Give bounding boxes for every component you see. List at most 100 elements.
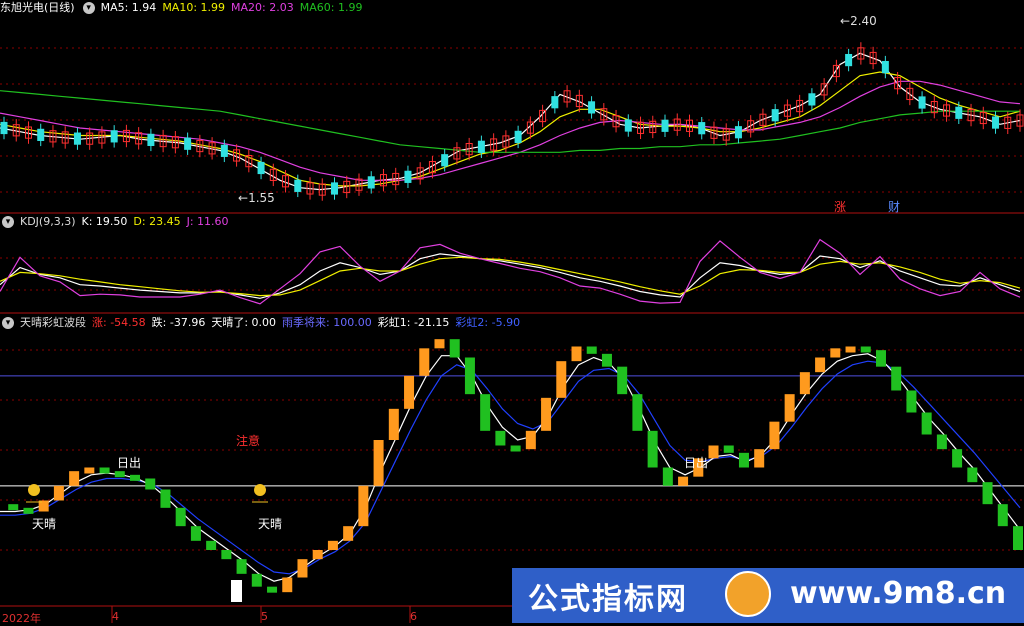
rainbow-bar [571,346,582,362]
tag-zhang: 涨 [834,200,847,214]
rainbow-bar [601,353,612,367]
candle-body [110,130,118,143]
rainbow-bar [799,372,810,395]
candle-body [294,179,302,192]
rainbow-bar [769,421,780,450]
rainbow-bar [510,445,521,452]
low-price-value: 1.55 [248,191,275,205]
candle-body [845,53,853,67]
rainbow-bar [723,445,734,453]
j-label: J: 11.60 [186,215,229,228]
rainbow-bar [206,540,217,550]
chart-canvas [0,42,1024,623]
rainbow-bar [1013,526,1023,550]
candle-body [367,176,375,189]
rainbow-bar [327,540,338,550]
rainbow-bar [936,434,947,450]
candle-body [955,106,963,119]
stock-name: 东旭光电(日线) [0,1,75,14]
series-line-caihong1 [0,353,1021,582]
candle-body [441,154,449,167]
candle-body [184,137,192,150]
rainbow-bar [875,350,886,367]
chevron-down-icon[interactable]: ▾ [2,216,14,228]
kdj-legend: ▾ KDJ(9,3,3) K: 19.50 D: 23.45 J: 11.60 [0,214,235,230]
rainbow-bar [145,478,156,490]
chevron-down-icon[interactable]: ▾ [82,2,95,14]
rainbow-bar [830,348,841,358]
caihong1-label: 彩虹1: -21.15 [377,316,450,329]
rainbow-bar [678,476,689,486]
low-price-label: ←1.55 [238,191,275,205]
series-line-j [0,238,1021,305]
candle-body [257,161,265,175]
rainbow-bar [784,394,795,422]
rainbow-bar [921,412,932,435]
rainbow-bar [190,526,201,541]
candle-body [147,133,155,146]
candle-body [734,126,742,139]
rainbow-bar [997,504,1008,527]
candle-body [37,128,45,141]
rainbow-bar [236,559,247,574]
rainbow-bar [251,573,262,587]
rainbow-bar [358,485,369,527]
rainbow-bar [952,449,963,468]
ma5-label: MA5: 1.94 [100,1,157,14]
rainbow-bar [312,550,323,560]
date-label-year: 2022年 [2,612,41,625]
date-label-may: 5 [261,610,268,623]
rainbow-bar [495,430,506,446]
candle-body [220,144,228,157]
rainbow-bar [8,504,19,511]
rainbow-bar [130,474,141,481]
rainbow-bar [373,440,384,486]
tianqing-label-2: 天晴 [258,517,283,531]
tianqing-value-label: 天晴了: 0.00 [211,316,277,329]
smiley-icon [28,484,40,496]
rainbow-bar [419,348,430,376]
logo-icon [725,571,771,617]
high-price-label: ←2.40 [840,14,877,28]
rainbow-bar [617,366,628,395]
rainbow-bar [967,467,978,483]
ma60-label: MA60: 1.99 [299,1,363,14]
candle-body [771,109,779,122]
rainbow-bar [860,346,871,353]
chevron-down-icon[interactable]: ▾ [2,317,14,329]
candle-body [404,170,412,183]
candle-body [588,101,596,114]
zhang-label: 涨: -54.58 [92,316,146,329]
rainbow-title: 天晴彩虹波段 [20,316,86,329]
rainbow-bar [662,467,673,486]
watermark-text: 公式指标网 [528,582,688,617]
series-line-caihong2 [0,360,1021,575]
rainbow-bar [449,339,460,358]
die-label: 跌: -37.96 [151,316,206,329]
rainbow-bar [221,550,232,560]
candle-body [624,119,632,132]
rainbow-bar [114,471,125,478]
rainbow-legend: ▾ 天晴彩虹波段 涨: -54.58 跌: -37.96 天晴了: 0.00 雨季将来: … [0,315,526,331]
rainbow-bar [738,452,749,468]
candle-body [881,60,889,74]
rainbow-bar [297,559,308,578]
rainbow-bar [160,489,171,508]
rainbow-bar [541,397,552,431]
high-price-value: 2.40 [850,14,877,28]
candle-body [514,130,522,144]
ma10-label: MA10: 1.99 [162,1,226,14]
rainbow-bar [388,408,399,440]
d-label: D: 23.45 [133,215,181,228]
kdj-title: KDJ(9,3,3) [20,215,76,228]
rainbow-bar [480,394,491,431]
rainbow-bar [69,471,80,486]
tianqing-label-1: 天晴 [32,517,57,531]
rainbow-bar [267,586,278,593]
rainbow-bar [586,346,597,354]
rainbow-bar [982,482,993,505]
rainbow-bar [708,445,719,459]
candle-body [0,121,8,135]
price-legend: 东旭光电(日线) ▾ MA5: 1.94 MA10: 1.99 MA20: 2.03 MA… [0,0,368,16]
candle-body [661,119,669,132]
